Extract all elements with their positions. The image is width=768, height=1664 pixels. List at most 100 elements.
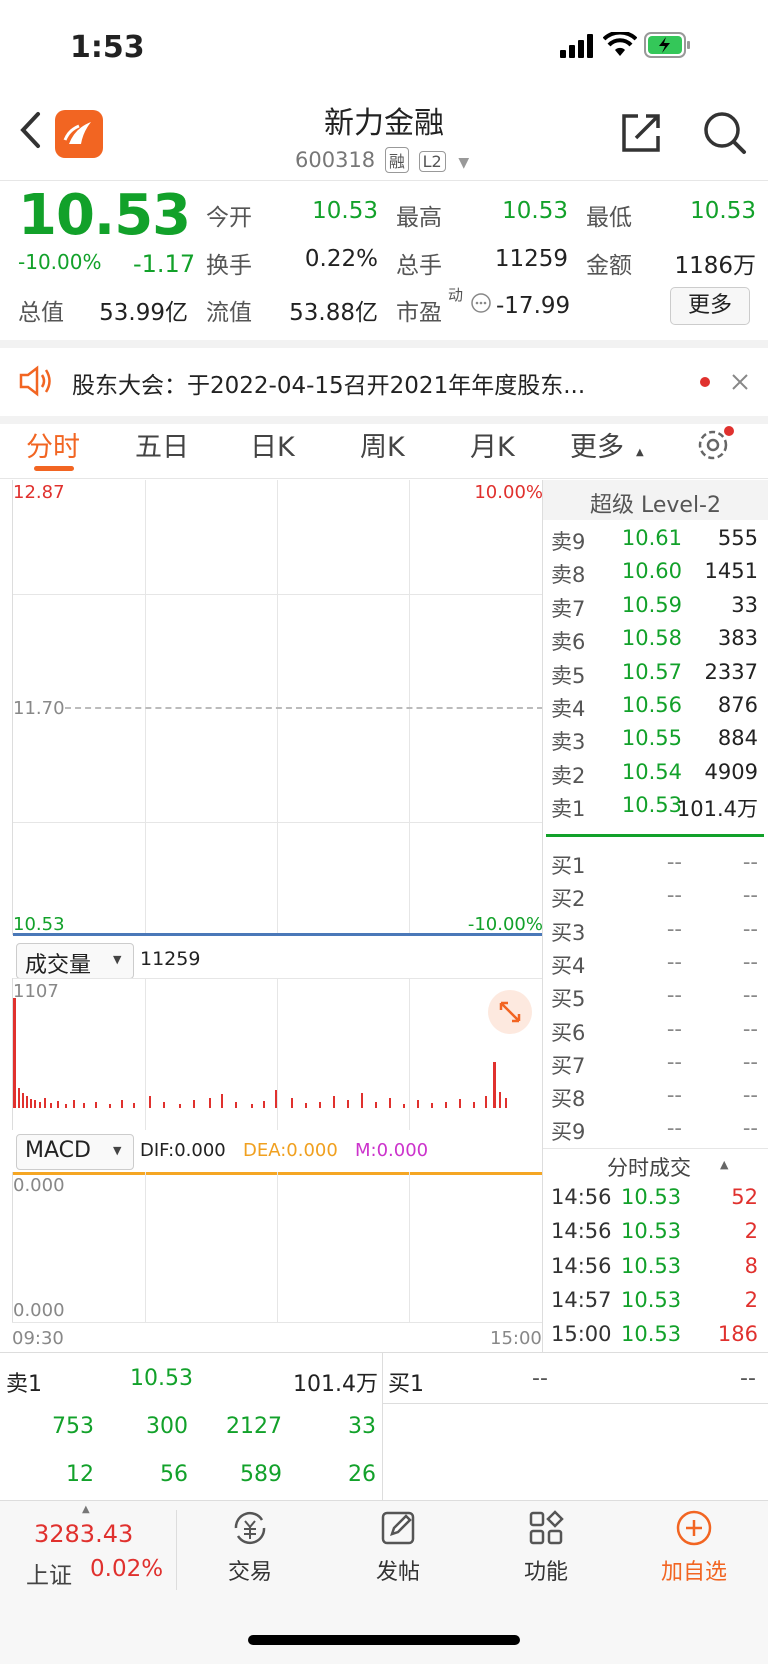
nav-add-watchlist[interactable]: 加自选 — [644, 1554, 744, 1586]
orderbook-level-label: 买5 — [551, 987, 586, 1012]
orderbook-row[interactable]: 买5 -- -- — [543, 983, 768, 1015]
tab-intraday[interactable]: 分时 — [26, 425, 80, 464]
orderbook-row[interactable]: 卖7 10.59 33 — [543, 593, 768, 625]
volume-chart[interactable]: 1107 — [12, 978, 543, 1130]
index-value[interactable]: 3283.43 — [34, 1520, 133, 1548]
orderbook-row[interactable]: 卖1 10.53 101.4万 — [543, 793, 768, 825]
orderbook-price: -- — [666, 983, 682, 1008]
orderbook-volume: -- — [742, 1116, 758, 1141]
orderbook-level-label: 卖3 — [551, 730, 586, 755]
orderbook-row[interactable]: 卖3 10.55 884 — [543, 726, 768, 758]
orderbook-volume: -- — [742, 983, 758, 1008]
turnover-value: 0.22% — [304, 246, 378, 272]
close-icon[interactable] — [730, 372, 750, 392]
battery-icon — [644, 32, 690, 58]
orderbook-row[interactable]: 买2 -- -- — [543, 883, 768, 915]
index-pct[interactable]: 0.02% — [90, 1556, 163, 1582]
pct-top-label: 10.00% — [474, 482, 543, 503]
tick-time: 14:56 — [551, 1185, 612, 1209]
indicator-selector[interactable]: MACD ▼ — [16, 1134, 134, 1170]
add-watchlist-icon[interactable] — [674, 1508, 714, 1548]
tick-row[interactable]: 14:56 10.53 8 — [543, 1254, 768, 1286]
more-button[interactable]: 更多 — [670, 287, 750, 325]
trade-icon[interactable] — [230, 1508, 270, 1548]
expand-button[interactable] — [488, 990, 532, 1034]
home-indicator[interactable] — [248, 1635, 520, 1645]
orderbook-row[interactable]: 买8 -- -- — [543, 1083, 768, 1115]
status-time: 1:53 — [70, 30, 145, 65]
notice-bar[interactable]: 股东大会：于2022-04-15召开2021年年度股东... — [0, 340, 768, 424]
ticks-collapse-icon[interactable]: ▲ — [720, 1158, 728, 1171]
orderbook-volume: 876 — [717, 693, 758, 717]
notice-text: 股东大会：于2022-04-15召开2021年年度股东... — [72, 373, 586, 399]
orderbook-volume: -- — [742, 1016, 758, 1041]
tick-price: 10.53 — [621, 1253, 682, 1278]
orderbook-row[interactable]: 买1 -- -- — [543, 850, 768, 882]
orderbook-row[interactable]: 卖8 10.60 1451 — [543, 559, 768, 591]
orderbook-row[interactable]: 买7 -- -- — [543, 1050, 768, 1082]
trade-cell: 12 — [66, 1462, 94, 1487]
orderbook-row[interactable]: 卖4 10.56 876 — [543, 693, 768, 725]
share-icon[interactable] — [618, 110, 664, 156]
orderbook-level-label: 买8 — [551, 1087, 586, 1112]
tick-time: 14:56 — [551, 1219, 612, 1244]
macd-chart[interactable]: 0.000 0.000 — [12, 1172, 543, 1322]
orderbook-volume: 383 — [717, 626, 758, 651]
trade-cell: 589 — [240, 1462, 282, 1487]
tab-more[interactable]: 更多 — [570, 425, 624, 464]
functions-icon[interactable] — [526, 1508, 566, 1548]
orderbook-row[interactable]: 卖5 10.57 2337 — [543, 660, 768, 692]
info-icon[interactable] — [470, 292, 492, 314]
volume-selector-label: 成交量 — [25, 953, 92, 978]
orderbook-row[interactable]: 买9 -- -- — [543, 1116, 768, 1148]
orderbook-row[interactable]: 卖2 10.54 4909 — [543, 760, 768, 792]
orderbook-volume: 884 — [717, 726, 758, 751]
tab-5day[interactable]: 五日 — [135, 425, 189, 464]
index-expand-icon[interactable]: ▲ — [82, 1504, 90, 1515]
search-icon[interactable] — [702, 110, 748, 156]
unread-dot — [700, 377, 710, 387]
tab-monthly-k[interactable]: 月K — [470, 425, 515, 464]
orderbook-row[interactable]: 买6 -- -- — [543, 1017, 768, 1049]
trade-cell: 300 — [146, 1414, 188, 1439]
tick-row[interactable]: 14:56 10.53 52 — [543, 1185, 768, 1217]
bottom-sell-vol: 101.4万 — [293, 1372, 378, 1397]
nav-trade[interactable]: 交易 — [200, 1554, 300, 1586]
change-value: -1.17 — [133, 250, 196, 278]
orderbook-price: -- — [666, 916, 682, 941]
price-chart[interactable]: 12.87 10.00% 11.70 10.53 -10.00% — [12, 480, 543, 936]
orderbook-volume: 1451 — [704, 559, 758, 584]
orderbook-row[interactable]: 买4 -- -- — [543, 950, 768, 982]
orderbook-row[interactable]: 卖9 10.61 555 — [543, 526, 768, 558]
tab-daily-k[interactable]: 日K — [250, 425, 295, 464]
orderbook-level-label: 买1 — [551, 854, 586, 878]
volume-selector[interactable]: 成交量 ▼ — [16, 943, 134, 979]
high-value: 10.53 — [502, 198, 568, 224]
orderbook-price: 10.60 — [621, 559, 682, 584]
volume-label: 总手 — [396, 253, 442, 279]
nav-post[interactable]: 发帖 — [348, 1554, 448, 1586]
orderbook-level-label: 卖1 — [551, 797, 586, 822]
bottom-sell-price: 10.53 — [130, 1366, 193, 1391]
tick-row[interactable]: 14:56 10.53 2 — [543, 1219, 768, 1251]
macd-line — [13, 1172, 543, 1175]
orderbook-row[interactable]: 买3 -- -- — [543, 917, 768, 949]
nav-functions[interactable]: 功能 — [496, 1554, 596, 1586]
settings-icon[interactable] — [695, 425, 735, 465]
orderbook-level-label: 卖4 — [551, 697, 586, 721]
tab-more-caret-icon: ▲ — [636, 447, 644, 458]
dropdown-icon[interactable]: ▼ — [458, 155, 469, 171]
index-name[interactable]: 上证 — [26, 1556, 72, 1590]
tick-row[interactable]: 14:57 10.53 2 — [543, 1288, 768, 1320]
orderbook-row[interactable]: 卖6 10.58 383 — [543, 626, 768, 658]
tick-volume: 186 — [717, 1322, 758, 1347]
indicator-dropdown-icon: ▼ — [113, 1144, 122, 1157]
tick-price: 10.53 — [621, 1322, 682, 1347]
ticks-title[interactable]: 分时成交 — [607, 1152, 691, 1182]
tab-weekly-k[interactable]: 周K — [360, 425, 405, 464]
level2-header[interactable]: 超级 Level-2 — [543, 480, 768, 520]
post-icon[interactable] — [378, 1508, 418, 1548]
speaker-icon — [19, 365, 51, 397]
bottom-sell-label: 卖1 — [6, 1372, 42, 1397]
tick-row[interactable]: 15:00 10.53 186 — [543, 1322, 768, 1354]
